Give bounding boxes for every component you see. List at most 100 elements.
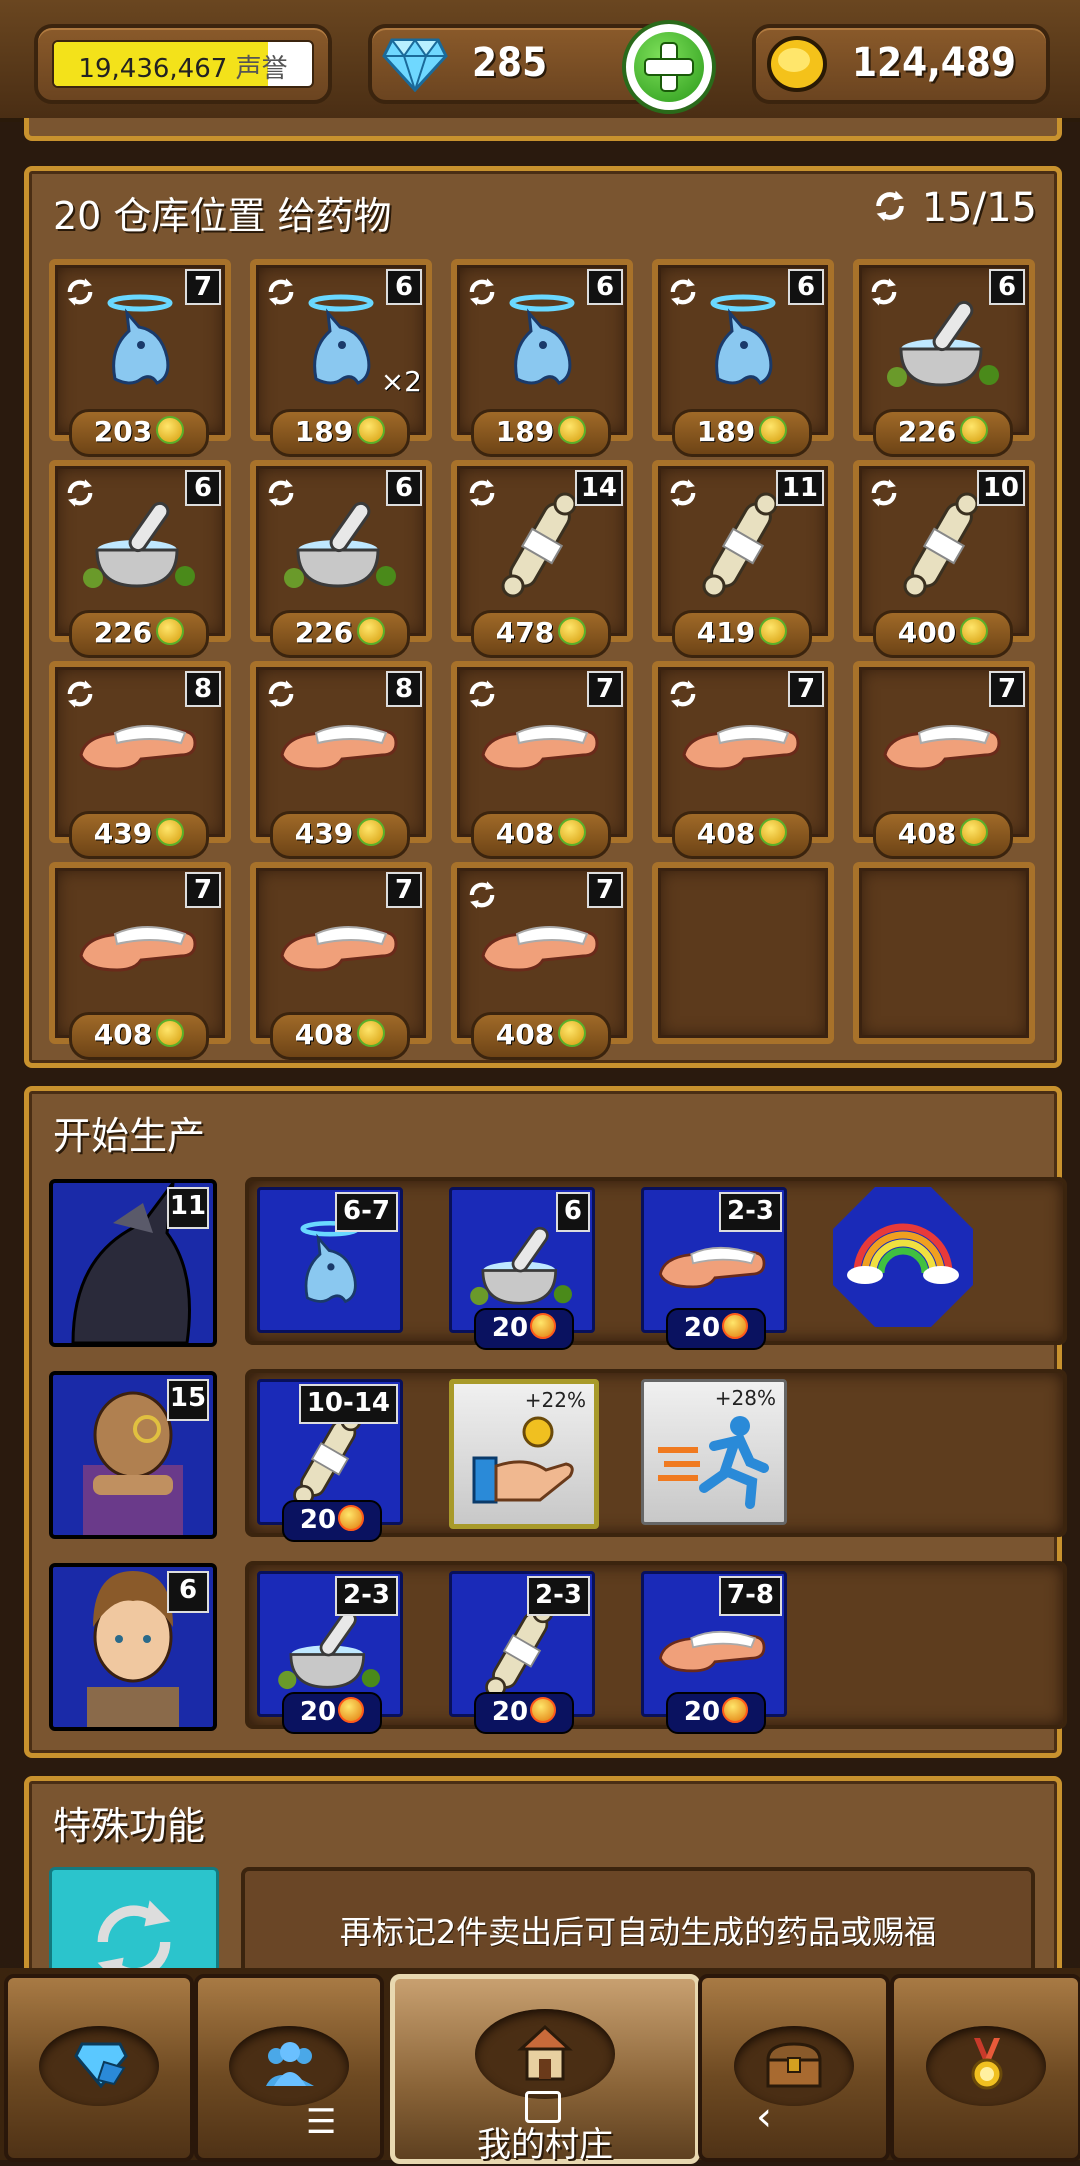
coin-icon [759, 416, 788, 444]
slot-price: 400 [873, 610, 1013, 658]
storage-slot[interactable]: 6 ×2 189 [250, 259, 432, 457]
storage-slot[interactable]: 14 478 [451, 460, 633, 658]
auto-refresh-icon [469, 680, 495, 708]
slot-price: 439 [69, 811, 209, 859]
auto-refresh-icon [670, 680, 696, 708]
production-cost: 20 [474, 1692, 574, 1734]
worker-girl[interactable]: 6 [49, 1563, 217, 1731]
production-row: 2-3 20 2-3 20 7-8 20 [245, 1561, 1067, 1734]
slot-count: 6 [386, 470, 422, 506]
produce-arm-bandage-button[interactable]: 2-3 20 [641, 1187, 787, 1350]
coin-icon [357, 818, 386, 846]
storage-slot[interactable]: 6 189 [451, 259, 633, 457]
slot-price: 226 [873, 409, 1013, 457]
production-cost: 20 [282, 1692, 382, 1734]
reputation-panel[interactable]: 19,436,467 声誉 [34, 24, 332, 104]
coin-icon [357, 617, 386, 645]
produce-bone-bandage-button[interactable]: 10-14 20 [257, 1379, 403, 1542]
storage-slot[interactable]: 7 408 [652, 661, 834, 859]
add-gems-button[interactable] [622, 20, 716, 114]
slot-price: 408 [471, 811, 611, 859]
storage-slot[interactable]: 7 408 [853, 661, 1035, 859]
slot-count: 14 [574, 470, 623, 506]
bonus-coin-hand[interactable]: +22% [449, 1379, 599, 1529]
slot-count: 8 [185, 671, 221, 707]
coin-icon [558, 818, 587, 846]
coins-count: 124,489 [852, 40, 1016, 86]
production-range: 6-7 [335, 1192, 398, 1232]
coin-icon [558, 416, 587, 444]
coin-icon [338, 1697, 365, 1723]
slot-count: 7 [788, 671, 824, 707]
storage-slot[interactable]: 7 203 [49, 259, 231, 457]
worker-monocle-man[interactable]: 15 [49, 1371, 217, 1539]
coin-icon [960, 416, 989, 444]
slot-price: 189 [471, 409, 611, 457]
produce-unicorn-potion-button[interactable]: 6-7 [257, 1187, 403, 1333]
arm-bandage-icon [883, 725, 1001, 771]
nav-gems[interactable] [4, 1974, 194, 2162]
produce-mortar-potion-button[interactable]: 6 20 [449, 1187, 595, 1350]
gems-count: 285 [472, 40, 548, 86]
storage-slot[interactable]: 8 439 [49, 661, 231, 859]
running-man-icon [658, 1416, 769, 1509]
coin-icon [338, 1505, 365, 1531]
empty-slot[interactable] [853, 862, 1035, 1044]
storage-slot[interactable]: 7 408 [49, 862, 231, 1060]
slot-count: 7 [185, 872, 221, 908]
empty-slot[interactable] [652, 862, 834, 1044]
coin-hand-icon [472, 1416, 574, 1504]
produce-mortar-potion-button[interactable]: 2-3 20 [257, 1571, 403, 1734]
slot-count: 8 [386, 671, 422, 707]
slot-price: 408 [69, 1012, 209, 1060]
produce-arm-bandage-button[interactable]: 7-8 20 [641, 1571, 787, 1734]
slot-price: 189 [672, 409, 812, 457]
slot-count: 11 [775, 470, 824, 506]
storage-panel: 20 仓库位置 给药物 15/15 7 203 6 ×2 189 6 189 6 189 6 226… [24, 166, 1062, 1068]
slot-count: 7 [587, 872, 623, 908]
storage-slot[interactable]: 6 189 [652, 259, 834, 457]
slot-count: 6 [788, 269, 824, 305]
rainbow-icon [847, 1223, 959, 1284]
storage-slot[interactable]: 7 408 [250, 862, 432, 1060]
worker-dark-unicorn[interactable]: 11 [49, 1179, 217, 1347]
special-title: 特殊功能 [53, 1804, 206, 1848]
worker-level: 11 [167, 1187, 209, 1229]
storage-slot[interactable]: 11 419 [652, 460, 834, 658]
production-range: 6 [555, 1192, 590, 1232]
coin-icon [722, 1313, 749, 1339]
storage-slot[interactable]: 6 226 [853, 259, 1035, 457]
storage-slot[interactable]: 10 400 [853, 460, 1035, 658]
storage-slot[interactable]: 7 408 [451, 862, 633, 1060]
back-icon: ‹ [756, 2094, 772, 2140]
coin-icon [558, 1019, 587, 1047]
storage-slot[interactable]: 6 226 [49, 460, 231, 658]
bottom-nav: ☰ 我的村庄 ‹ [0, 1968, 1080, 2165]
nav-my-village[interactable]: 我的村庄 [390, 1974, 700, 2165]
slot-price: 478 [471, 610, 611, 658]
slot-price: 226 [270, 610, 410, 658]
reputation-text: 19,436,467 声誉 [78, 54, 288, 84]
auto-refresh-icon [670, 479, 696, 507]
storage-slot[interactable]: 8 439 [250, 661, 432, 859]
slot-count: 7 [587, 671, 623, 707]
coin-icon [156, 818, 185, 846]
coin-icon [960, 818, 989, 846]
nav-achievements[interactable] [890, 1974, 1080, 2162]
production-row: 10-14 20 +22% +28% [245, 1369, 1067, 1542]
bonus-running-man[interactable]: +28% [641, 1379, 787, 1525]
produce-bone-bandage-button[interactable]: 2-3 20 [449, 1571, 595, 1734]
storage-slot[interactable]: 7 408 [451, 661, 633, 859]
storage-slot[interactable]: 6 226 [250, 460, 432, 658]
refresh-icon [876, 190, 904, 222]
slot-price: 189 [270, 409, 410, 457]
production-range: 2-3 [335, 1576, 398, 1616]
slot-count: 6 [386, 269, 422, 305]
nav-people[interactable]: ☰ [194, 1974, 384, 2162]
slot-price: 408 [672, 811, 812, 859]
rainbow-blessing-button[interactable] [833, 1187, 973, 1327]
production-range: 2-3 [527, 1576, 590, 1616]
slot-price: 439 [270, 811, 410, 859]
nav-chest[interactable]: ‹ [698, 1974, 890, 2162]
plus-icon [644, 42, 694, 92]
